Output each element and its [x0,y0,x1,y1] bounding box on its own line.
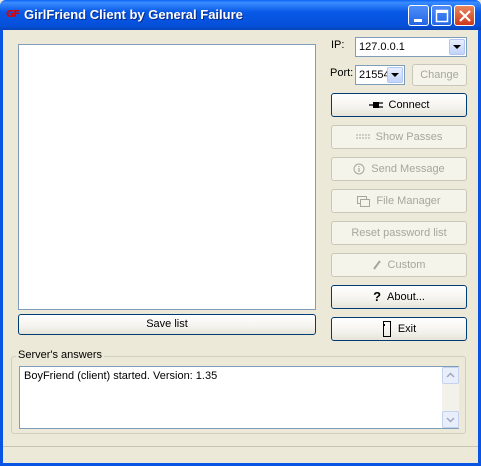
ip-label: IP: [331,39,345,51]
minimize-button[interactable] [408,5,429,26]
about-label: About... [387,291,425,303]
reset-password-list-button[interactable]: Reset password list [331,221,467,245]
port-value: 21554 [359,69,390,81]
reset-password-list-label: Reset password list [351,227,447,239]
send-message-button[interactable]: Send Message [331,157,467,181]
send-message-label: Send Message [371,163,445,175]
port-label: Port: [330,67,354,79]
change-port-button[interactable]: Change [412,64,467,86]
vertical-scrollbar[interactable] [442,367,459,428]
question-icon: ? [373,289,382,305]
custom-label: Custom [387,259,426,271]
close-icon [459,10,471,22]
chevron-down-icon [446,417,455,423]
ip-value: 127.0.0.1 [359,41,405,53]
exit-button[interactable]: Exit [331,317,467,341]
server-answer-line: BoyFriend (client) started. Version: 1.3… [24,370,218,382]
exit-label: Exit [397,323,417,335]
minimize-icon [414,19,422,22]
change-port-label: Change [420,69,459,81]
maximize-icon [435,9,449,23]
port-combobox[interactable]: 21554 [355,65,405,85]
server-answers-textbox[interactable]: BoyFriend (client) started. Version: 1.3… [19,366,459,429]
connect-label: Connect [388,99,430,111]
maximize-button[interactable] [431,5,452,26]
show-passes-label: Show Passes [375,131,443,143]
scroll-up-button[interactable] [442,367,459,384]
close-button[interactable] [454,5,475,26]
pen-icon [372,260,381,270]
key-icon [355,134,370,139]
connect-button[interactable]: Connect [331,93,467,117]
folder-icon [357,195,371,207]
server-answers-label: Server's answers [16,349,105,361]
show-passes-button[interactable]: Show Passes [331,125,467,149]
chevron-down-icon[interactable] [387,67,403,83]
chevron-down-icon[interactable] [449,39,465,55]
custom-button[interactable]: Custom [331,253,467,277]
save-list-label: Save list [146,318,188,330]
info-icon [353,163,365,175]
file-manager-button[interactable]: File Manager [331,189,467,213]
window-title: GirlFriend Client by General Failure [24,7,243,22]
door-icon [382,321,391,338]
plug-icon [368,102,383,109]
app-icon: GF [6,9,20,20]
file-manager-label: File Manager [376,195,441,207]
title-bar[interactable]: GF GirlFriend Client by General Failure [0,0,481,30]
status-bar [3,446,478,463]
save-list-button[interactable]: Save list [18,314,316,335]
about-button[interactable]: ? About... [331,285,467,309]
ip-combobox[interactable]: 127.0.0.1 [355,37,467,57]
scroll-down-button[interactable] [442,411,459,428]
password-list[interactable] [18,44,316,310]
chevron-up-icon [446,372,455,378]
